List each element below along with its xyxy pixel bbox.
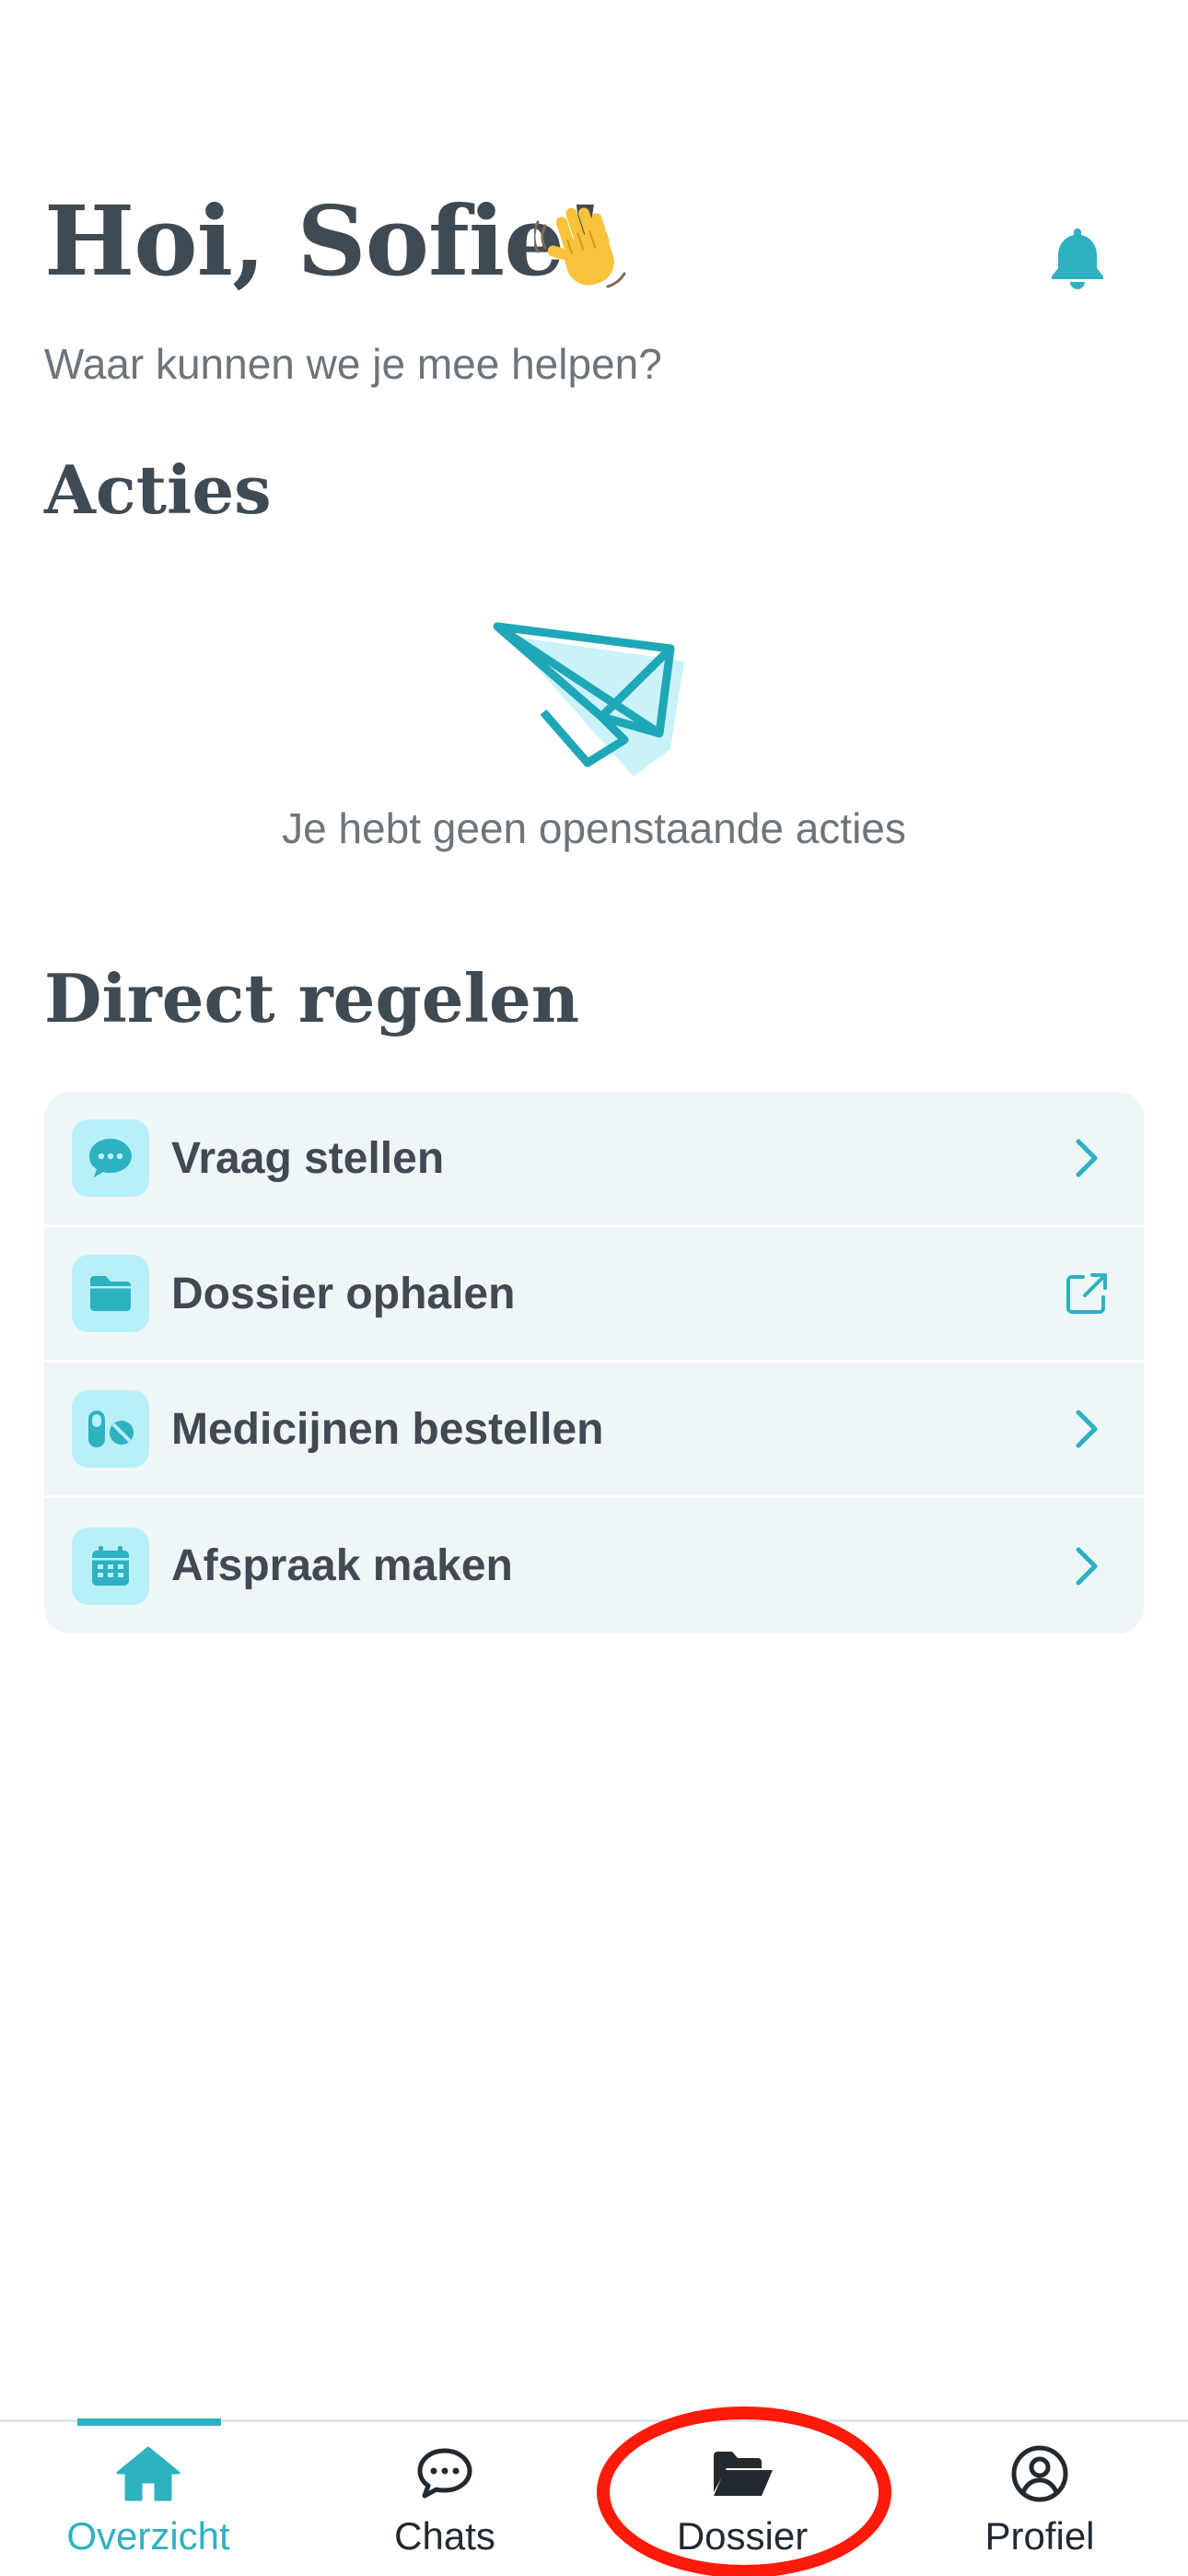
folder-open-icon [709,2442,775,2505]
screen: Hoi, Sofie! Waar kunnen we je mee helpen… [0,0,1188,2576]
list-item-medicijnen-bestellen[interactable]: Medicijnen bestellen [44,1363,1144,1498]
calendar-icon [72,1527,149,1605]
greeting-subtitle: Waar kunnen we je mee helpen? [44,340,662,388]
chevron-right-icon [1063,1134,1111,1182]
tab-chats[interactable]: Chats [297,2422,593,2576]
tab-label: Overzicht [66,2514,230,2558]
home-icon [115,2442,181,2505]
empty-actions-text: Je hebt geen openstaande acties [282,804,906,852]
bottom-navigation: Overzicht Chats Dossier Profiel [0,2418,1188,2576]
notification-bell-icon[interactable] [1048,225,1107,291]
list-item-label: Medicijnen bestellen [171,1404,604,1454]
tab-dossier[interactable]: Dossier [594,2422,891,2576]
list-item-label: Afspraak maken [171,1541,513,1590]
direct-regelen-list: Vraag stellen Dossier ophalen Medicijnen… [44,1092,1144,1633]
list-item-dossier-ophalen[interactable]: Dossier ophalen [44,1227,1144,1363]
waving-hand-icon [534,207,626,288]
tab-label: Profiel [984,2514,1095,2558]
chat-icon [412,2442,478,2505]
chevron-right-icon [1063,1405,1111,1453]
folder-icon [72,1255,149,1332]
list-item-afspraak-maken[interactable]: Afspraak maken [44,1498,1144,1633]
tab-label: Dossier [676,2514,809,2558]
paper-plane-icon [493,622,684,777]
tab-profiel[interactable]: Profiel [891,2422,1188,2576]
user-circle-icon [1007,2442,1073,2505]
tab-overzicht[interactable]: Overzicht [0,2422,297,2576]
direct-regelen-heading: Direct regelen [44,959,580,1037]
list-item-vraag-stellen[interactable]: Vraag stellen [44,1092,1144,1227]
page-title: Hoi, Sofie! [44,184,606,298]
tab-label: Chats [394,2514,495,2558]
external-link-icon [1063,1270,1111,1317]
acties-heading: Acties [44,451,272,529]
chat-bubble-icon [72,1119,149,1197]
pills-icon [72,1390,149,1468]
list-item-label: Vraag stellen [171,1133,445,1183]
chevron-right-icon [1063,1542,1111,1590]
list-item-label: Dossier ophalen [171,1269,516,1318]
